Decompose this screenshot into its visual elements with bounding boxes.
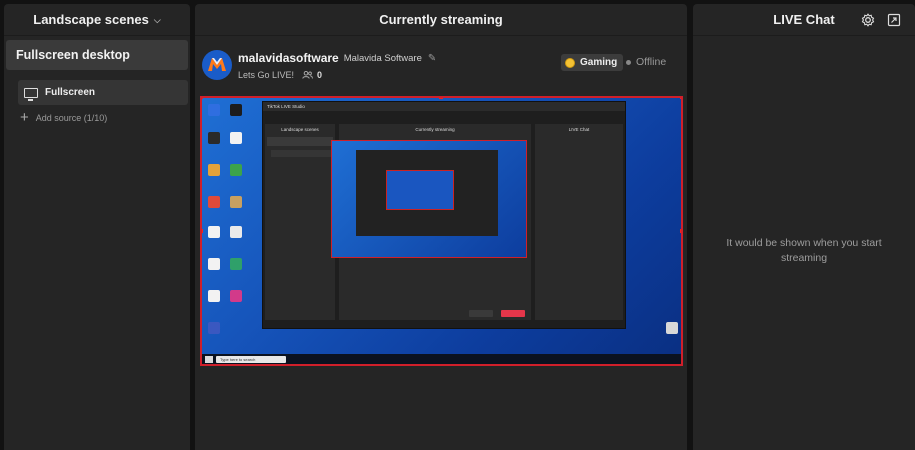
desktop-app-icon [230, 226, 242, 238]
nested-window-title: TikTok LIVE Studio [263, 102, 625, 111]
profile-sub-row: Lets Go LIVE! 0 [238, 70, 322, 80]
desktop-app-icon [230, 164, 242, 176]
desktop-app-icon [208, 322, 220, 334]
gear-icon[interactable] [861, 13, 875, 27]
desktop-app-icon [230, 196, 242, 208]
source-item-fullscreen[interactable]: Fullscreen [18, 80, 188, 105]
status-label: Offline [636, 56, 667, 68]
recycle-bin-icon [666, 322, 678, 334]
status-dot-icon [626, 59, 631, 65]
resize-handle[interactable] [680, 229, 681, 233]
profile-handle: Malavida Software [343, 52, 422, 64]
desktop-app-icon [208, 226, 220, 238]
desktop-app-icon [208, 104, 220, 116]
desktop-app-icon [208, 196, 220, 208]
desktop-app-icon [208, 164, 220, 176]
resize-handle[interactable] [202, 98, 203, 99]
scene-item-fullscreen-desktop[interactable]: Fullscreen desktop [6, 40, 188, 70]
scenes-title: Landscape scenes [33, 12, 149, 27]
windows-start-icon [205, 355, 213, 363]
nested-right-title: LIVE Chat [568, 127, 590, 132]
nested-right-panel: LIVE Chat [535, 124, 623, 320]
resize-handle[interactable] [680, 98, 681, 99]
profile-name-row: malavidasoftware Malavida Software ✎ [238, 51, 436, 65]
resize-handle[interactable] [439, 98, 443, 99]
users-icon [302, 71, 313, 79]
streaming-header: Currently streaming [195, 4, 687, 36]
scene-label: Fullscreen desktop [16, 48, 130, 62]
desktop-app-icon [230, 132, 242, 144]
profile-tagline: Lets Go LIVE! [238, 70, 295, 80]
streaming-title: Currently streaming [379, 12, 503, 27]
status-badge: Offline [626, 56, 666, 68]
profile-name: malavidasoftware [238, 51, 339, 65]
scenes-header[interactable]: Landscape scenes ⌵ [4, 4, 190, 36]
category-badge[interactable]: Gaming [561, 54, 624, 71]
nested-center-title: Currently streaming [415, 127, 455, 132]
viewer-count: 0 [302, 70, 322, 80]
nested-left-title: Landscape scenes [281, 127, 319, 132]
source-label: Fullscreen [45, 87, 96, 98]
viewer-count-value: 0 [317, 70, 323, 80]
windows-taskbar: Type here to search [202, 354, 681, 364]
monitor-icon [24, 87, 38, 101]
resize-handle[interactable] [202, 229, 203, 233]
nested-studio-window: TikTok LIVE Studio Landscape scenes Curr… [262, 101, 626, 329]
nested-preview [331, 140, 527, 258]
desktop-app-icon [230, 104, 242, 116]
stream-preview[interactable]: TikTok LIVE Studio Landscape scenes Curr… [200, 96, 683, 366]
scenes-panel: Landscape scenes ⌵ Fullscreen desktop Fu… [4, 4, 190, 450]
live-chat-header: LIVE Chat [693, 4, 915, 36]
desktop-app-icon [230, 258, 242, 270]
desktop-app-icon [208, 132, 220, 144]
desktop-app-icon [230, 290, 242, 302]
edit-icon[interactable]: ✎ [428, 53, 436, 64]
live-chat-panel: LIVE Chat It would be shown when you sta… [693, 4, 915, 450]
popout-icon[interactable] [887, 13, 901, 27]
gaming-icon [565, 57, 575, 68]
chevron-down-icon[interactable]: ⌵ [154, 15, 161, 26]
streaming-panel: Currently streaming malavidasoftware Mal… [195, 4, 687, 450]
chat-empty-message: It would be shown when you start streami… [726, 237, 882, 264]
desktop-app-icon [208, 290, 220, 302]
taskbar-search: Type here to search [216, 355, 286, 363]
nested-left-panel: Landscape scenes [265, 124, 335, 320]
plus-icon: + [20, 109, 29, 126]
desktop-app-icon [208, 258, 220, 270]
add-source-label: Add source (1/10) [35, 112, 108, 123]
live-chat-title: LIVE Chat [773, 12, 835, 27]
avatar[interactable] [202, 50, 232, 80]
category-label: Gaming [580, 57, 618, 68]
add-source-button[interactable]: + Add source (1/10) [20, 110, 190, 125]
